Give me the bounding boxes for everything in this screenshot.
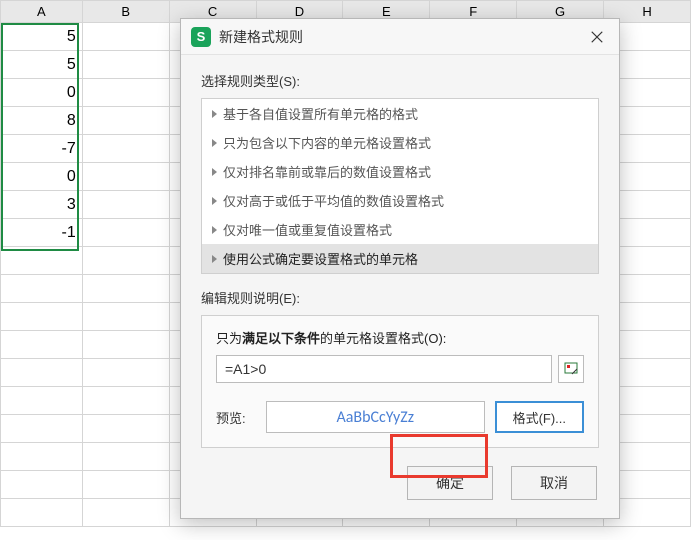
cell[interactable] <box>82 443 169 471</box>
chevron-right-icon <box>212 255 217 263</box>
dialog-title: 新建格式规则 <box>219 27 583 47</box>
preview-label: 预览: <box>216 408 256 427</box>
rule-type-item[interactable]: 使用公式确定要设置格式的单元格 <box>202 244 598 273</box>
cell[interactable] <box>1 331 83 359</box>
cell[interactable] <box>82 107 169 135</box>
rule-type-item[interactable]: 基于各自值设置所有单元格的格式 <box>202 99 598 128</box>
cell[interactable]: -7 <box>1 135 83 163</box>
rule-type-section-label: 选择规则类型(S): <box>201 71 599 90</box>
cell[interactable]: 0 <box>1 163 83 191</box>
chevron-right-icon <box>212 226 217 234</box>
cell[interactable] <box>82 471 169 499</box>
cell[interactable] <box>82 415 169 443</box>
range-picker-icon <box>563 361 579 377</box>
cell[interactable] <box>82 23 169 51</box>
ok-button[interactable]: 确定 <box>407 466 493 500</box>
formula-input[interactable] <box>216 355 552 383</box>
cell[interactable] <box>82 79 169 107</box>
cell[interactable] <box>1 275 83 303</box>
cell[interactable] <box>82 247 169 275</box>
cell[interactable] <box>82 359 169 387</box>
cell[interactable] <box>1 415 83 443</box>
format-preview: AaBbCcYyZz <box>266 401 485 433</box>
rule-type-item[interactable]: 只为包含以下内容的单元格设置格式 <box>202 128 598 157</box>
rule-type-label: 使用公式确定要设置格式的单元格 <box>223 249 418 268</box>
chevron-right-icon <box>212 139 217 147</box>
cell[interactable] <box>1 387 83 415</box>
cell[interactable] <box>82 303 169 331</box>
cell[interactable] <box>82 219 169 247</box>
rule-type-label: 仅对唯一值或重复值设置格式 <box>223 220 392 239</box>
cell[interactable] <box>82 191 169 219</box>
cell[interactable] <box>1 247 83 275</box>
cancel-button[interactable]: 取消 <box>511 466 597 500</box>
app-badge-icon: S <box>191 27 211 47</box>
cell[interactable] <box>82 275 169 303</box>
condition-label: 只为满足以下条件的单元格设置格式(O): <box>216 328 584 347</box>
cell[interactable]: 5 <box>1 23 83 51</box>
cell[interactable] <box>1 443 83 471</box>
cell[interactable]: 5 <box>1 51 83 79</box>
new-formatting-rule-dialog: S 新建格式规则 选择规则类型(S): 基于各自值设置所有单元格的格式只为包含以… <box>180 18 620 519</box>
cell[interactable] <box>82 387 169 415</box>
rule-type-label: 仅对排名靠前或靠后的数值设置格式 <box>223 162 431 181</box>
cell[interactable]: -1 <box>1 219 83 247</box>
close-icon <box>590 30 604 44</box>
cell[interactable]: 8 <box>1 107 83 135</box>
rule-type-label: 只为包含以下内容的单元格设置格式 <box>223 133 431 152</box>
condition-label-bold: 满足以下条件 <box>242 331 320 346</box>
rule-edit-panel: 只为满足以下条件的单元格设置格式(O): 预览: AaBbCcYyZz 格式(F… <box>201 315 599 448</box>
chevron-right-icon <box>212 168 217 176</box>
condition-label-prefix: 只为 <box>216 331 242 346</box>
cell[interactable] <box>1 359 83 387</box>
cell[interactable] <box>1 471 83 499</box>
chevron-right-icon <box>212 197 217 205</box>
format-button[interactable]: 格式(F)... <box>495 401 584 433</box>
rule-type-label: 基于各自值设置所有单元格的格式 <box>223 104 418 123</box>
cell[interactable]: 3 <box>1 191 83 219</box>
rule-type-label: 仅对高于或低于平均值的数值设置格式 <box>223 191 444 210</box>
cell[interactable] <box>82 135 169 163</box>
cell[interactable] <box>1 303 83 331</box>
rule-type-item[interactable]: 仅对唯一值或重复值设置格式 <box>202 215 598 244</box>
cell[interactable] <box>1 499 83 527</box>
condition-label-suffix: 的单元格设置格式(O): <box>320 331 446 346</box>
rule-type-item[interactable]: 仅对高于或低于平均值的数值设置格式 <box>202 186 598 215</box>
dialog-titlebar[interactable]: S 新建格式规则 <box>181 19 619 55</box>
dialog-footer: 确定 取消 <box>201 466 599 500</box>
edit-description-label: 编辑规则说明(E): <box>201 288 599 307</box>
close-button[interactable] <box>583 23 611 51</box>
col-header[interactable]: A <box>1 1 83 23</box>
cell[interactable]: 0 <box>1 79 83 107</box>
cell[interactable] <box>82 331 169 359</box>
cell[interactable] <box>82 163 169 191</box>
cell[interactable] <box>82 499 169 527</box>
col-header[interactable]: B <box>82 1 169 23</box>
rule-type-item[interactable]: 仅对排名靠前或靠后的数值设置格式 <box>202 157 598 186</box>
range-picker-button[interactable] <box>558 355 584 383</box>
cell[interactable] <box>82 51 169 79</box>
rule-type-list: 基于各自值设置所有单元格的格式只为包含以下内容的单元格设置格式仅对排名靠前或靠后… <box>201 98 599 274</box>
chevron-right-icon <box>212 110 217 118</box>
